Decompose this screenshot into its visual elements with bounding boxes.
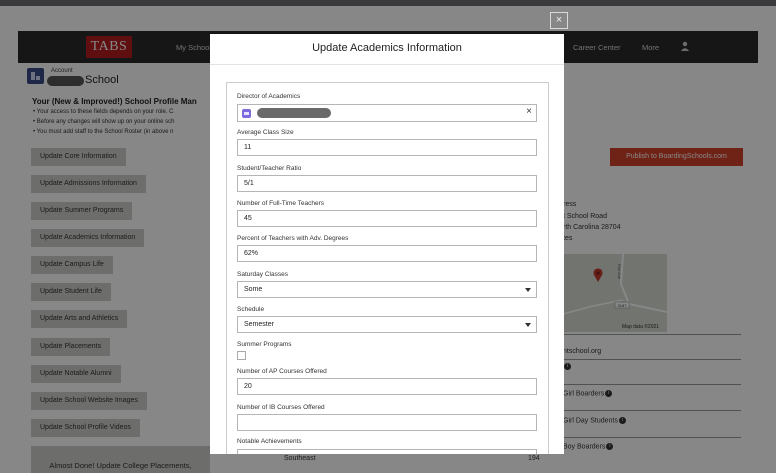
avg-class-size-input[interactable]: 11: [237, 139, 537, 156]
full-time-teachers-input[interactable]: 45: [237, 210, 537, 227]
ratio-input[interactable]: 5/1: [237, 175, 537, 192]
avg-class-size-label: Average Class Size: [237, 129, 294, 136]
director-label: Director of Academics: [237, 93, 301, 100]
chevron-down-icon: [525, 323, 531, 327]
modal-divider: [210, 64, 564, 65]
saturday-classes-select[interactable]: Some: [237, 281, 537, 298]
summer-programs-label: Summer Programs: [237, 341, 292, 348]
redacted-director-name: [257, 108, 331, 118]
form-container: [226, 82, 549, 454]
chevron-down-icon: [525, 288, 531, 292]
ap-courses-label: Number of AP Courses Offered: [237, 368, 327, 375]
adv-degrees-input[interactable]: 62%: [237, 245, 537, 262]
schedule-value: Semester: [244, 321, 274, 328]
modal-title: Update Academics Information: [312, 42, 462, 54]
close-modal-button[interactable]: ×: [550, 12, 568, 29]
full-time-teachers-label: Number of Full-Time Teachers: [237, 200, 325, 207]
adv-degrees-label: Percent of Teachers with Adv. Degrees: [237, 235, 349, 242]
ratio-label: Student/Teacher Ratio: [237, 165, 302, 172]
clear-director-button[interactable]: ×: [526, 106, 532, 117]
update-academics-modal: Update Academics Information Director of…: [210, 34, 564, 454]
director-select[interactable]: ×: [237, 104, 537, 122]
schedule-label: Schedule: [237, 306, 265, 313]
saturday-classes-value: Some: [244, 286, 263, 293]
schedule-select[interactable]: Semester: [237, 316, 537, 333]
ap-courses-input[interactable]: 20: [237, 378, 537, 395]
saturday-classes-label: Saturday Classes: [237, 271, 288, 278]
notable-achievements-label: Notable Achievements: [237, 438, 302, 445]
summer-programs-checkbox[interactable]: [237, 351, 246, 360]
ib-courses-input[interactable]: [237, 414, 537, 431]
contact-card-icon: [242, 109, 251, 118]
notable-achievements-input[interactable]: [237, 449, 537, 454]
ib-courses-label: Number of IB Courses Offered: [237, 404, 325, 411]
